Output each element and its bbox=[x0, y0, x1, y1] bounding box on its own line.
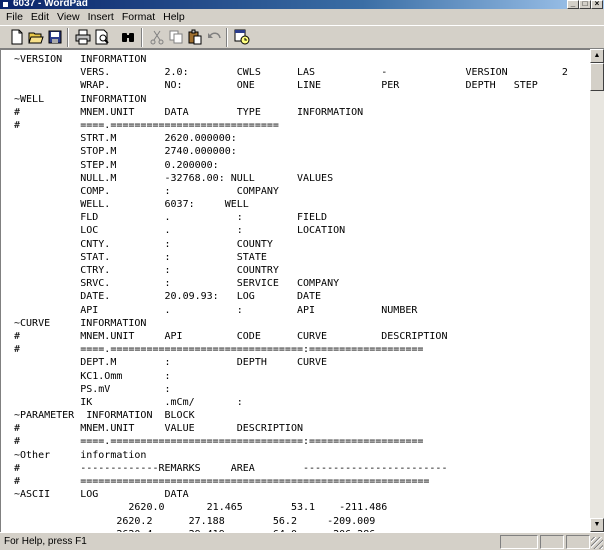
document-line: DATE. 20.09.93: LOG DATE bbox=[14, 291, 322, 303]
scroll-up-arrow-icon[interactable]: ▲ bbox=[590, 49, 604, 63]
document-line: 2620.2 27.188 56.2 -209.009 bbox=[14, 515, 376, 527]
document-line: VERS. 2.0: CWLS LAS - VERSION 2 bbox=[14, 67, 568, 79]
binoculars-icon bbox=[121, 33, 134, 42]
new-button[interactable] bbox=[7, 27, 26, 47]
menu-bar: File Edit View Insert Format Help bbox=[0, 9, 604, 24]
document-line: FLD . : FIELD bbox=[14, 212, 328, 224]
document-line: # ====.================================:… bbox=[14, 436, 424, 448]
document-line: # -------------REMARKS AREA ------------… bbox=[14, 462, 448, 474]
print-preview-icon bbox=[95, 29, 109, 45]
document-line: # ======================================… bbox=[14, 476, 430, 487]
document-line: # ====.================================:… bbox=[14, 344, 424, 356]
menu-help[interactable]: Help bbox=[159, 10, 189, 24]
save-disk-icon bbox=[48, 30, 61, 44]
scissors-icon bbox=[150, 30, 163, 45]
document-line: # MNEM.UNIT API CODE CURVE DESCRIPTION bbox=[14, 330, 448, 342]
print-preview-button[interactable] bbox=[92, 27, 111, 47]
toolbar-separator bbox=[67, 28, 69, 47]
status-pane bbox=[566, 535, 590, 549]
document-line: WRAP. NO: ONE LINE PER DEPTH STEP bbox=[14, 80, 538, 92]
document-line: COMP. : COMPANY bbox=[14, 185, 279, 197]
document-line: 2620.0 21.465 53.1 -211.486 bbox=[14, 502, 388, 514]
document-text[interactable]: ~VERSION INFORMATION VERS. 2.0: CWLS LAS… bbox=[14, 53, 590, 532]
menu-edit[interactable]: Edit bbox=[27, 10, 53, 24]
copy-icon bbox=[169, 30, 182, 44]
resize-grip-icon[interactable] bbox=[591, 537, 603, 549]
status-pane bbox=[500, 535, 538, 549]
toolbar-separator bbox=[141, 28, 143, 47]
wordpad-window: 6037 - WordPad _ □ × File Edit View Inse… bbox=[0, 0, 604, 550]
document-line: IK .mCm/ : bbox=[14, 396, 243, 408]
document-line: ~CURVE INFORMATION bbox=[14, 317, 147, 329]
document-line: ~VERSION INFORMATION bbox=[14, 54, 147, 65]
document-line: ~ASCII LOG DATA bbox=[14, 489, 189, 501]
undo-button[interactable] bbox=[204, 27, 223, 47]
scroll-thumb[interactable] bbox=[590, 63, 604, 91]
document-line: KC1.Omm : bbox=[14, 370, 171, 382]
document-line: DEPT.M : DEPTH CURVE bbox=[14, 357, 328, 369]
save-button[interactable] bbox=[45, 27, 64, 47]
wordpad-app-icon[interactable] bbox=[2, 1, 9, 8]
document-line: CTRY. : COUNTRY bbox=[14, 265, 279, 276]
print-button[interactable] bbox=[73, 27, 92, 47]
date-time-icon bbox=[234, 29, 249, 45]
document-line: CNTY. : COUNTY bbox=[14, 238, 273, 250]
document-line: # MNEM.UNIT DATA TYPE INFORMATION bbox=[14, 106, 364, 118]
document-line: ~WELL INFORMATION bbox=[14, 93, 147, 105]
document-line: STRT.M 2620.000000: bbox=[14, 133, 237, 145]
document-line: LOC . : LOCATION bbox=[14, 225, 346, 237]
document-line: PS.mV : bbox=[14, 383, 171, 395]
status-pane bbox=[540, 535, 564, 549]
menu-file-label: File bbox=[6, 10, 23, 23]
maximize-button[interactable]: □ bbox=[579, 0, 591, 9]
find-button[interactable] bbox=[118, 27, 137, 47]
undo-icon bbox=[207, 32, 221, 39]
document-line: WELL. 6037: WELL bbox=[14, 199, 249, 211]
document-line: # ====.============================ bbox=[14, 119, 279, 131]
document-line: STEP.M 0.200000: bbox=[14, 159, 219, 171]
menu-format[interactable]: Format bbox=[118, 10, 159, 24]
document-line: SRVC. : SERVICE COMPANY bbox=[14, 278, 340, 290]
document-line: STAT. : STATE bbox=[14, 251, 267, 263]
status-bar: For Help, press F1 bbox=[0, 532, 604, 550]
document-line: ~PARAMETER INFORMATION BLOCK bbox=[14, 410, 195, 422]
menu-view[interactable]: View bbox=[53, 10, 84, 24]
open-folder-icon bbox=[27, 32, 44, 44]
date-time-button[interactable] bbox=[232, 27, 251, 47]
document-editor[interactable]: ~VERSION INFORMATION VERS. 2.0: CWLS LAS… bbox=[0, 49, 590, 532]
toolbar-separator bbox=[226, 28, 228, 47]
document-line: ~Other information bbox=[14, 449, 147, 461]
menu-insert-label: Insert bbox=[87, 10, 114, 23]
menu-help-label: Help bbox=[163, 10, 185, 23]
vertical-scrollbar[interactable]: ▲ ▼ bbox=[590, 49, 604, 532]
paste-button[interactable] bbox=[185, 27, 204, 47]
toolbar bbox=[0, 25, 604, 49]
copy-button[interactable] bbox=[166, 27, 185, 47]
menu-insert[interactable]: Insert bbox=[84, 10, 118, 24]
status-text: For Help, press F1 bbox=[4, 536, 87, 547]
document-line: API . : API NUMBER bbox=[14, 304, 418, 316]
document-line: NULL.M -32768.00: NULL VALUES bbox=[14, 172, 334, 184]
close-button[interactable]: × bbox=[591, 0, 603, 9]
document-line: # MNEM.UNIT VALUE DESCRIPTION bbox=[14, 423, 303, 435]
printer-icon bbox=[75, 29, 90, 45]
title-bar[interactable]: 6037 - WordPad _ □ × bbox=[0, 0, 604, 9]
minimize-button[interactable]: _ bbox=[567, 0, 579, 9]
cut-button[interactable] bbox=[147, 27, 166, 47]
open-button[interactable] bbox=[26, 27, 45, 47]
menu-view-label: View bbox=[57, 10, 80, 23]
new-document-icon bbox=[11, 29, 22, 45]
menu-format-label: Format bbox=[121, 10, 156, 23]
menu-edit-label: Edit bbox=[30, 10, 50, 23]
scroll-down-arrow-icon[interactable]: ▼ bbox=[590, 518, 604, 532]
document-line: STOP.M 2740.000000: bbox=[14, 146, 237, 158]
paste-icon bbox=[188, 29, 201, 45]
menu-file[interactable]: File bbox=[2, 10, 27, 24]
